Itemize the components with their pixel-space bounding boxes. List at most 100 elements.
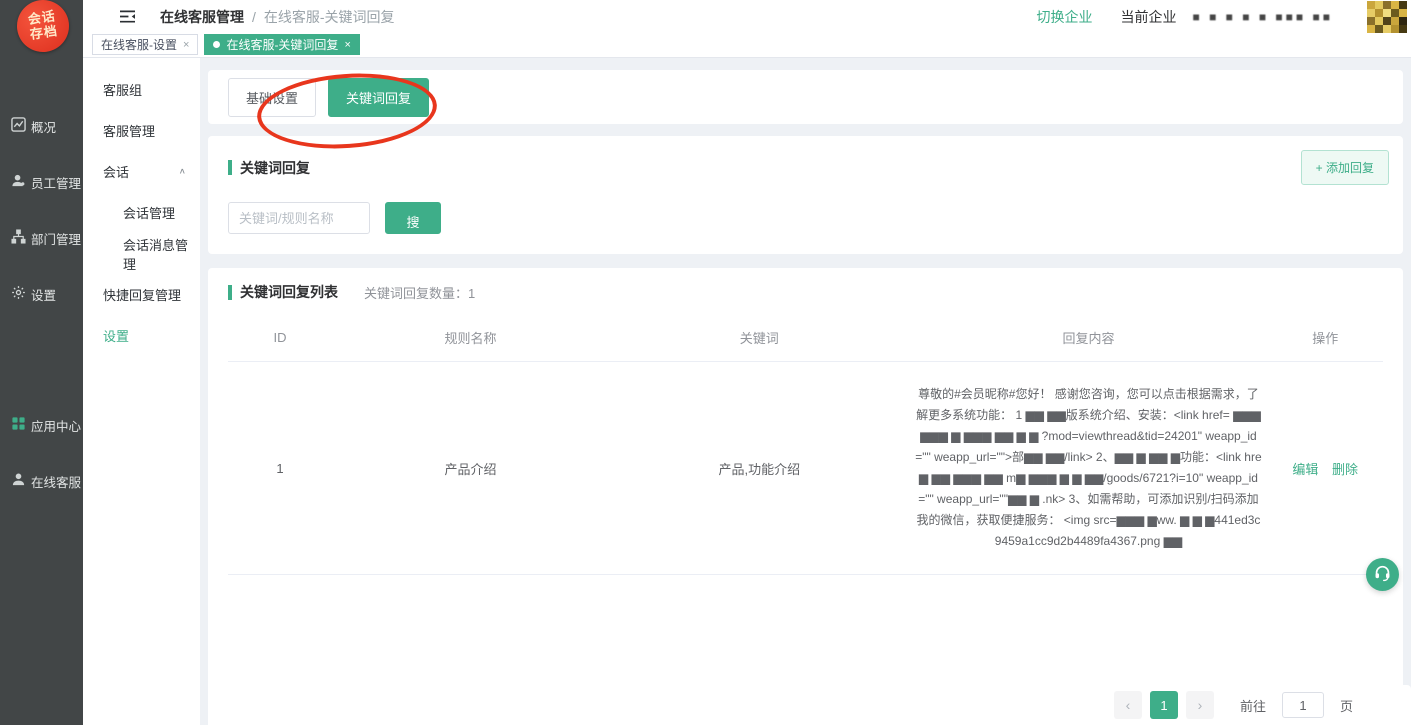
- sidebar-spacer: [0, 322, 83, 397]
- reply-count-label: 关键词回复数量：1: [364, 283, 475, 302]
- keyword-search-input[interactable]: [228, 202, 370, 234]
- window-tab-label: 在线客服-设置: [101, 36, 177, 53]
- primary-nav: 概况 员工管理 部门管理 设置: [0, 98, 83, 509]
- submenu-label: 会话消息管理: [123, 235, 200, 273]
- column-header-rule-name: 规则名称: [332, 314, 609, 361]
- cell-reply-content: 尊敬的#会员昵称#您好！ 感谢您咨询，您可以点击根据需求，了解更多系统功能： 1…: [909, 362, 1267, 574]
- section-title-text: 关键词回复: [240, 158, 310, 178]
- delete-link[interactable]: 删除: [1332, 462, 1358, 477]
- section-title: 关键词回复: [228, 158, 310, 178]
- list-title-text: 关键词回复列表: [240, 282, 338, 302]
- cell-keywords: 产品,功能介绍: [609, 437, 909, 500]
- submenu-item-session-mgmt[interactable]: 会话管理: [83, 192, 200, 233]
- submenu-item-service-group[interactable]: 客服组: [83, 69, 200, 110]
- window-tab-settings[interactable]: 在线客服-设置 ×: [92, 34, 198, 55]
- secondary-sidebar: 客服组 客服管理 会话 ∧ 会话管理 会话消息管理 快捷回复管理 设置: [83, 58, 200, 725]
- submenu-label: 客服管理: [103, 121, 155, 140]
- submenu-label: 会话: [103, 162, 129, 181]
- close-icon[interactable]: ×: [344, 39, 350, 51]
- count-label-text: 关键词回复数量：: [364, 286, 468, 301]
- submenu-item-session-message-mgmt[interactable]: 会话消息管理: [83, 233, 200, 274]
- top-header: 在线客服管理 / 在线客服-关键词回复 切换企业 当前企业 ■ ■ ■ ■ ■ …: [83, 0, 1411, 33]
- submenu-label: 设置: [103, 326, 129, 345]
- cell-id: 1: [228, 439, 332, 498]
- list-section-title: 关键词回复列表: [228, 282, 338, 302]
- column-header-reply-content: 回复内容: [909, 314, 1267, 361]
- header-right: 切换企业 当前企业 ■ ■ ■ ■ ■ ■■■ ■■: [1037, 0, 1411, 33]
- keyword-reply-table: ID 规则名称 关键词 回复内容 操作 1 产品介绍 产品,功能介绍 尊敬的#会…: [228, 314, 1383, 575]
- submenu-gap: [83, 58, 200, 69]
- sidebar-item-label: 概况: [31, 117, 56, 136]
- tab-basic-settings[interactable]: 基础设置: [228, 78, 316, 117]
- department-icon: [11, 229, 26, 247]
- page-tabs-card: 基础设置 关键词回复: [208, 70, 1403, 124]
- sidebar-item-employee-mgmt[interactable]: 员工管理: [0, 154, 83, 210]
- column-header-id: ID: [228, 316, 332, 359]
- submenu-item-service-mgmt[interactable]: 客服管理: [83, 110, 200, 151]
- breadcrumb-separator: /: [252, 9, 256, 25]
- sidebar-item-label: 部门管理: [31, 229, 81, 248]
- close-icon[interactable]: ×: [183, 39, 189, 51]
- sidebar-item-label: 应用中心: [31, 416, 81, 435]
- window-tab-keyword-reply[interactable]: 在线客服-关键词回复 ×: [204, 34, 359, 55]
- sidebar-item-online-service[interactable]: 在线客服: [0, 453, 83, 509]
- customer-service-float-button[interactable]: [1366, 558, 1399, 591]
- current-page-button[interactable]: 1: [1150, 691, 1178, 719]
- submenu-item-session[interactable]: 会话 ∧: [83, 151, 200, 192]
- switch-company-link[interactable]: 切换企业: [1037, 7, 1093, 27]
- column-header-actions: 操作: [1267, 314, 1383, 361]
- plus-icon: +: [1316, 161, 1323, 175]
- cell-rule-name: 产品介绍: [332, 437, 609, 500]
- chevron-up-icon: ∧: [179, 167, 186, 176]
- online-service-icon: [11, 472, 26, 490]
- submenu-label: 会话管理: [123, 203, 175, 222]
- sidebar-item-settings[interactable]: 设置: [0, 266, 83, 322]
- window-tabbar: 在线客服-设置 × 在线客服-关键词回复 ×: [83, 33, 1411, 58]
- tab-keyword-reply[interactable]: 关键词回复: [328, 78, 429, 117]
- edit-link[interactable]: 编辑: [1292, 462, 1318, 477]
- sidebar-item-label: 员工管理: [31, 173, 81, 192]
- submenu-label: 客服组: [103, 80, 142, 99]
- company-name-redacted: ■ ■ ■ ■ ■ ■■■ ■■: [1193, 10, 1333, 24]
- sidebar-item-app-center[interactable]: 应用中心: [0, 397, 83, 453]
- search-button[interactable]: 搜索: [385, 202, 441, 234]
- collapse-menu-icon[interactable]: [119, 9, 136, 24]
- avatar[interactable]: [1367, 1, 1407, 33]
- sidebar-item-overview[interactable]: 概况: [0, 98, 83, 154]
- app-logo[interactable]: 会话 存档: [14, 0, 73, 55]
- main-content: 基础设置 关键词回复 关键词回复 + 添加回复 搜索 关键词回复列表: [200, 58, 1411, 725]
- pagination-bar: ‹ 1 › 前往 页: [208, 685, 1411, 725]
- headset-icon: [1373, 563, 1392, 587]
- sidebar-item-label: 设置: [31, 285, 56, 304]
- avatar-pixels: [1367, 1, 1375, 9]
- line-chart-icon: [11, 117, 26, 135]
- reply-text: 尊敬的#会员昵称#您好！ 感谢您咨询，您可以点击根据需求，了解更多系统功能： 1…: [914, 384, 1262, 552]
- page-unit-label: 页: [1340, 696, 1353, 715]
- column-header-keyword: 关键词: [609, 314, 909, 361]
- table-header-row: ID 规则名称 关键词 回复内容 操作: [228, 314, 1383, 362]
- breadcrumb-current: 在线客服-关键词回复: [264, 7, 395, 27]
- breadcrumb-root[interactable]: 在线客服管理: [160, 7, 244, 27]
- submenu-item-settings[interactable]: 设置: [83, 315, 200, 356]
- goto-label: 前往: [1240, 696, 1266, 715]
- sidebar-item-department-mgmt[interactable]: 部门管理: [0, 210, 83, 266]
- add-reply-button[interactable]: + 添加回复: [1301, 150, 1389, 185]
- prev-page-button[interactable]: ‹: [1114, 691, 1142, 719]
- sidebar-item-label: 在线客服: [31, 472, 81, 491]
- primary-sidebar: 会话 存档 概况 员工管理 部门管理: [0, 0, 83, 725]
- submenu-item-quick-reply-mgmt[interactable]: 快捷回复管理: [83, 274, 200, 315]
- count-value: 1: [468, 286, 475, 301]
- table-row: 1 产品介绍 产品,功能介绍 尊敬的#会员昵称#您好！ 感谢您咨询，您可以点击根…: [228, 362, 1383, 575]
- cell-actions: 编辑 删除: [1267, 437, 1383, 500]
- app-center-icon: [11, 416, 26, 434]
- title-accent-bar: [228, 285, 232, 300]
- gear-icon: [11, 285, 26, 303]
- current-company-label: 当前企业: [1121, 7, 1177, 27]
- goto-page-input[interactable]: [1282, 692, 1324, 718]
- logo-line2: 存档: [29, 24, 59, 43]
- keyword-reply-card: 关键词回复 + 添加回复 搜索: [208, 136, 1403, 254]
- keyword-reply-list-card: 关键词回复列表 关键词回复数量：1 ID 规则名称 关键词 回复内容 操作 1 …: [208, 268, 1403, 698]
- title-accent-bar: [228, 160, 232, 175]
- next-page-button[interactable]: ›: [1186, 691, 1214, 719]
- submenu-label: 快捷回复管理: [103, 285, 181, 304]
